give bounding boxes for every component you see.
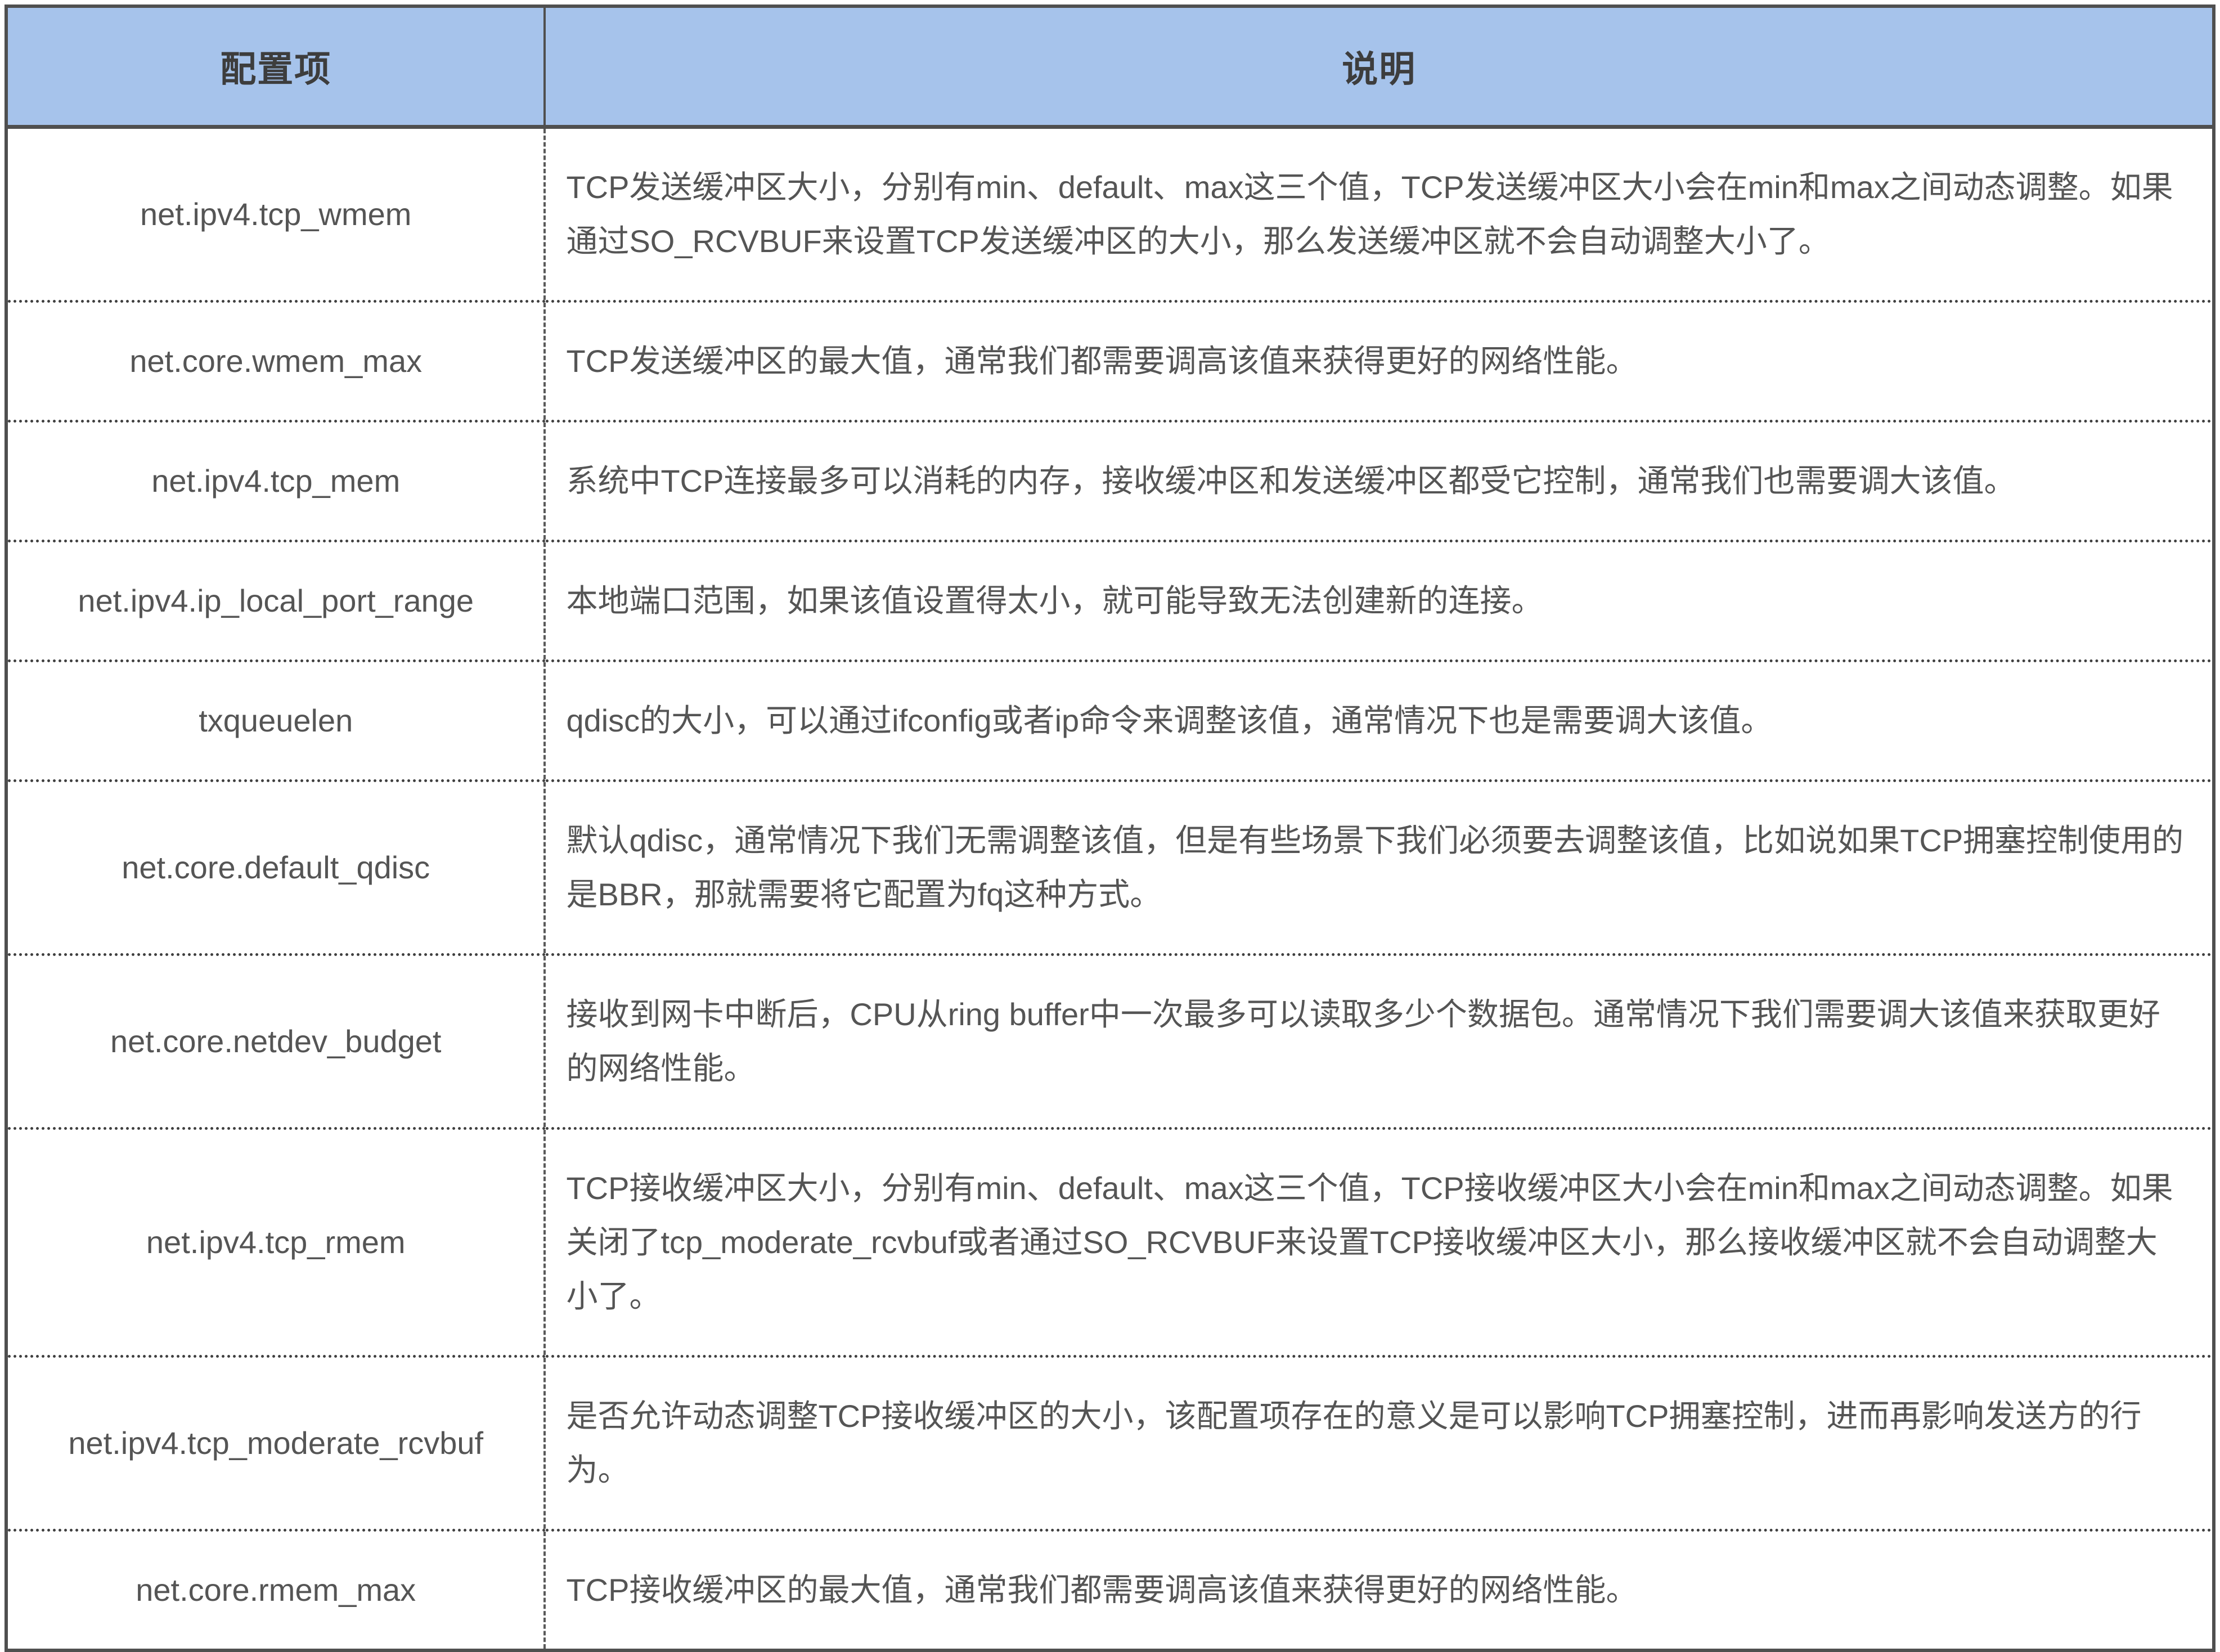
table-row: net.core.rmem_max TCP接收缓冲区的最大值，通常我们都需要调高… [6, 1530, 2214, 1651]
config-cell: net.core.wmem_max [6, 302, 545, 421]
description-cell: TCP接收缓冲区的最大值，通常我们都需要调高该值来获得更好的网络性能。 [545, 1530, 2214, 1651]
table-row: net.ipv4.tcp_mem 系统中TCP连接最多可以消耗的内存，接收缓冲区… [6, 421, 2214, 541]
header-row: 配置项 说明 [6, 6, 2214, 127]
description-cell: 接收到网卡中断后，CPU从ring buffer中一次最多可以读取多少个数据包。… [545, 955, 2214, 1129]
table-row: net.ipv4.tcp_rmem TCP接收缓冲区大小，分别有min、defa… [6, 1129, 2214, 1357]
config-cell: net.ipv4.tcp_wmem [6, 127, 545, 302]
description-cell: 本地端口范围，如果该值设置得太小，就可能导致无法创建新的连接。 [545, 541, 2214, 661]
table-row: net.ipv4.tcp_moderate_rcvbuf 是否允许动态调整TCP… [6, 1357, 2214, 1530]
description-cell: 默认qdisc，通常情况下我们无需调整该值，但是有些场景下我们必须要去调整该值，… [545, 781, 2214, 955]
config-cell: net.ipv4.tcp_moderate_rcvbuf [6, 1357, 545, 1530]
config-column-header: 配置项 [6, 6, 545, 127]
table-row: net.core.wmem_max TCP发送缓冲区的最大值，通常我们都需要调高… [6, 302, 2214, 421]
table-row: net.core.netdev_budget 接收到网卡中断后，CPU从ring… [6, 955, 2214, 1129]
table-row: txqueuelen qdisc的大小，可以通过ifconfig或者ip命令来调… [6, 661, 2214, 781]
description-cell: TCP接收缓冲区大小，分别有min、default、max这三个值，TCP接收缓… [545, 1129, 2214, 1357]
description-cell: 系统中TCP连接最多可以消耗的内存，接收缓冲区和发送缓冲区都受它控制，通常我们也… [545, 421, 2214, 541]
config-cell: net.ipv4.tcp_mem [6, 421, 545, 541]
config-cell: net.core.rmem_max [6, 1530, 545, 1651]
page: 配置项 说明 net.ipv4.tcp_wmem TCP发送缓冲区大小，分别有m… [0, 0, 2220, 1564]
description-cell: TCP发送缓冲区的最大值，通常我们都需要调高该值来获得更好的网络性能。 [545, 302, 2214, 421]
config-cell: txqueuelen [6, 661, 545, 781]
config-cell: net.core.netdev_budget [6, 955, 545, 1129]
table-header: 配置项 说明 [6, 6, 2214, 127]
table-row: net.ipv4.ip_local_port_range 本地端口范围，如果该值… [6, 541, 2214, 661]
description-cell: qdisc的大小，可以通过ifconfig或者ip命令来调整该值，通常情况下也是… [545, 661, 2214, 781]
description-cell: TCP发送缓冲区大小，分别有min、default、max这三个值，TCP发送缓… [545, 127, 2214, 302]
table-row: net.ipv4.tcp_wmem TCP发送缓冲区大小，分别有min、defa… [6, 127, 2214, 302]
table-row: net.core.default_qdisc 默认qdisc，通常情况下我们无需… [6, 781, 2214, 955]
config-cell: net.core.default_qdisc [6, 781, 545, 955]
config-cell: net.ipv4.ip_local_port_range [6, 541, 545, 661]
network-config-table: 配置项 说明 net.ipv4.tcp_wmem TCP发送缓冲区大小，分别有m… [5, 5, 2215, 1652]
description-cell: 是否允许动态调整TCP接收缓冲区的大小，该配置项存在的意义是可以影响TCP拥塞控… [545, 1357, 2214, 1530]
table-body: net.ipv4.tcp_wmem TCP发送缓冲区大小，分别有min、defa… [6, 127, 2214, 1651]
description-column-header: 说明 [545, 6, 2214, 127]
config-cell: net.ipv4.tcp_rmem [6, 1129, 545, 1357]
